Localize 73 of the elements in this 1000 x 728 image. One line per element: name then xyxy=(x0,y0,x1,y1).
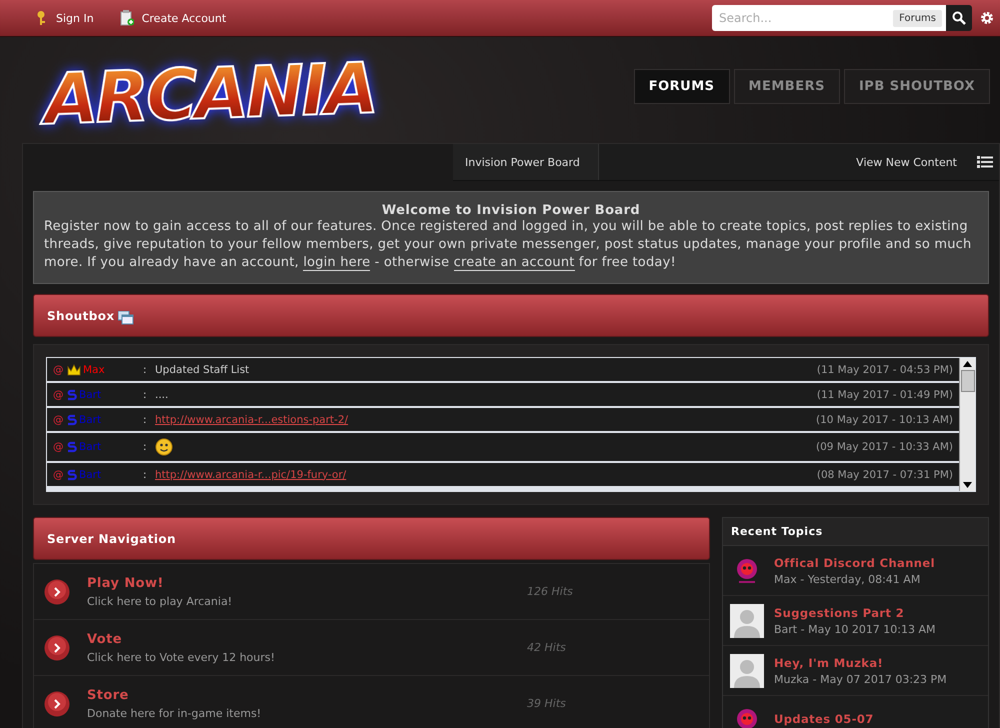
separator-text: : xyxy=(143,388,148,400)
mention-button[interactable]: @ xyxy=(53,414,67,426)
search-icon xyxy=(952,11,966,25)
shout-time: (11 May 2017 - 01:49 PM) xyxy=(816,388,953,400)
top-link[interactable]: Create Account xyxy=(120,10,226,26)
view-new-content-link[interactable]: View New Content xyxy=(856,156,957,168)
avatar-silhouette-icon xyxy=(730,604,764,638)
chevron-circle-icon xyxy=(44,578,70,604)
scrollbar-thumb[interactable] xyxy=(960,370,974,392)
welcome-link[interactable]: create an account xyxy=(454,255,575,271)
arrow-down-icon xyxy=(963,482,972,488)
windows-icon xyxy=(118,310,134,324)
shout-time: (11 May 2017 - 04:53 PM) xyxy=(816,364,953,376)
search-field[interactable]: Search... Forums xyxy=(712,5,946,31)
letter-s-icon xyxy=(67,388,77,400)
list-icon xyxy=(977,156,993,168)
nav-tab[interactable]: IPB SHOUTBOX xyxy=(844,68,990,104)
shout-message: .... xyxy=(155,388,168,400)
topic-link[interactable]: Offical Discord Channel xyxy=(774,556,935,570)
separator-text: : xyxy=(143,364,148,376)
topic-meta: Bart - May 10 2017 10:13 AM xyxy=(774,622,936,636)
hit-count: 126 Hits xyxy=(527,585,573,598)
hit-count: 39 Hits xyxy=(527,697,566,710)
mention-button[interactable]: @ xyxy=(53,441,67,453)
letter-s-icon xyxy=(67,441,77,453)
welcome-text: Register now to gain access to all of our features. Once registered and logged in, you will be able to create topics, post replies to existing threads, give reputation to your fellow members, get your own private messenger, post status updates, manage your profile and so much more. If you already have an account, login here - otherwise create an account for free today! xyxy=(44,218,972,272)
scrollbar[interactable] xyxy=(959,358,975,491)
nav-tab[interactable]: FORUMS xyxy=(634,68,730,104)
top-link[interactable]: Sign In xyxy=(34,10,94,26)
separator-text: : xyxy=(143,441,148,453)
chevron-circle-icon xyxy=(44,634,70,660)
shout-link[interactable]: http://www.arcania-r...estions-part-2/ xyxy=(155,414,348,426)
mention-button[interactable]: @ xyxy=(53,468,67,480)
smiley-icon xyxy=(155,438,173,456)
navigation-link[interactable]: Play Now! xyxy=(87,576,527,590)
crown-icon xyxy=(67,364,81,376)
shout-time: (08 May 2017 - 07:31 PM) xyxy=(816,468,953,480)
topic-meta: Muzka - May 07 2017 03:23 PM xyxy=(774,672,947,686)
topic-link[interactable]: Hey, I'm Muzka! xyxy=(774,656,947,670)
breadcrumb-link[interactable]: Invision Power Board xyxy=(453,144,599,180)
separator-text: : xyxy=(143,414,148,426)
shout-link[interactable]: http://www.arcania-r...pic/19-fury-or/ xyxy=(155,468,346,480)
navigation-description: Click here to Vote every 12 hours! xyxy=(87,650,276,664)
welcome-link[interactable]: login here xyxy=(303,255,370,271)
shout-message: Updated Staff List xyxy=(155,364,250,376)
search-button[interactable] xyxy=(946,5,972,31)
navigation-link[interactable]: Store xyxy=(87,688,527,702)
avatar-silhouette-icon xyxy=(730,654,764,688)
settings-icon xyxy=(980,11,994,25)
navigation-description: Click here to play Arcania! xyxy=(87,594,234,608)
shout-time: (10 May 2017 - 10:13 AM) xyxy=(816,414,953,426)
search-scope-button[interactable]: Forums xyxy=(893,10,942,26)
letter-s-icon xyxy=(67,414,77,426)
mention-button[interactable]: @ xyxy=(53,364,67,376)
letter-s-icon xyxy=(67,468,77,480)
hit-count: 42 Hits xyxy=(527,641,566,654)
welcome-title: Welcome to Invision Power Board xyxy=(380,203,642,218)
topic-link[interactable]: Suggestions Part 2 xyxy=(774,606,936,620)
section-title: Shoutbox xyxy=(47,308,114,322)
shout-time: (09 May 2017 - 10:33 AM) xyxy=(816,441,953,453)
topic-link[interactable]: Updates 05-07 xyxy=(774,712,874,726)
separator-text: : xyxy=(143,468,148,480)
arrow-up-icon xyxy=(963,361,972,367)
nav-tab[interactable]: MEMBERS xyxy=(734,68,840,104)
section-title: Server Navigation xyxy=(47,532,176,546)
topic-meta: Max - Yesterday, 08:41 AM xyxy=(774,572,922,586)
navigation-description: Donate here for in-game items! xyxy=(87,706,262,720)
mention-button[interactable]: @ xyxy=(53,388,67,400)
navigation-link[interactable]: Vote xyxy=(87,632,527,646)
chevron-circle-icon xyxy=(44,690,70,716)
panel-title: Recent Topics xyxy=(723,518,988,546)
username-link[interactable]: Max xyxy=(83,364,105,376)
clipboard-icon xyxy=(120,10,134,26)
